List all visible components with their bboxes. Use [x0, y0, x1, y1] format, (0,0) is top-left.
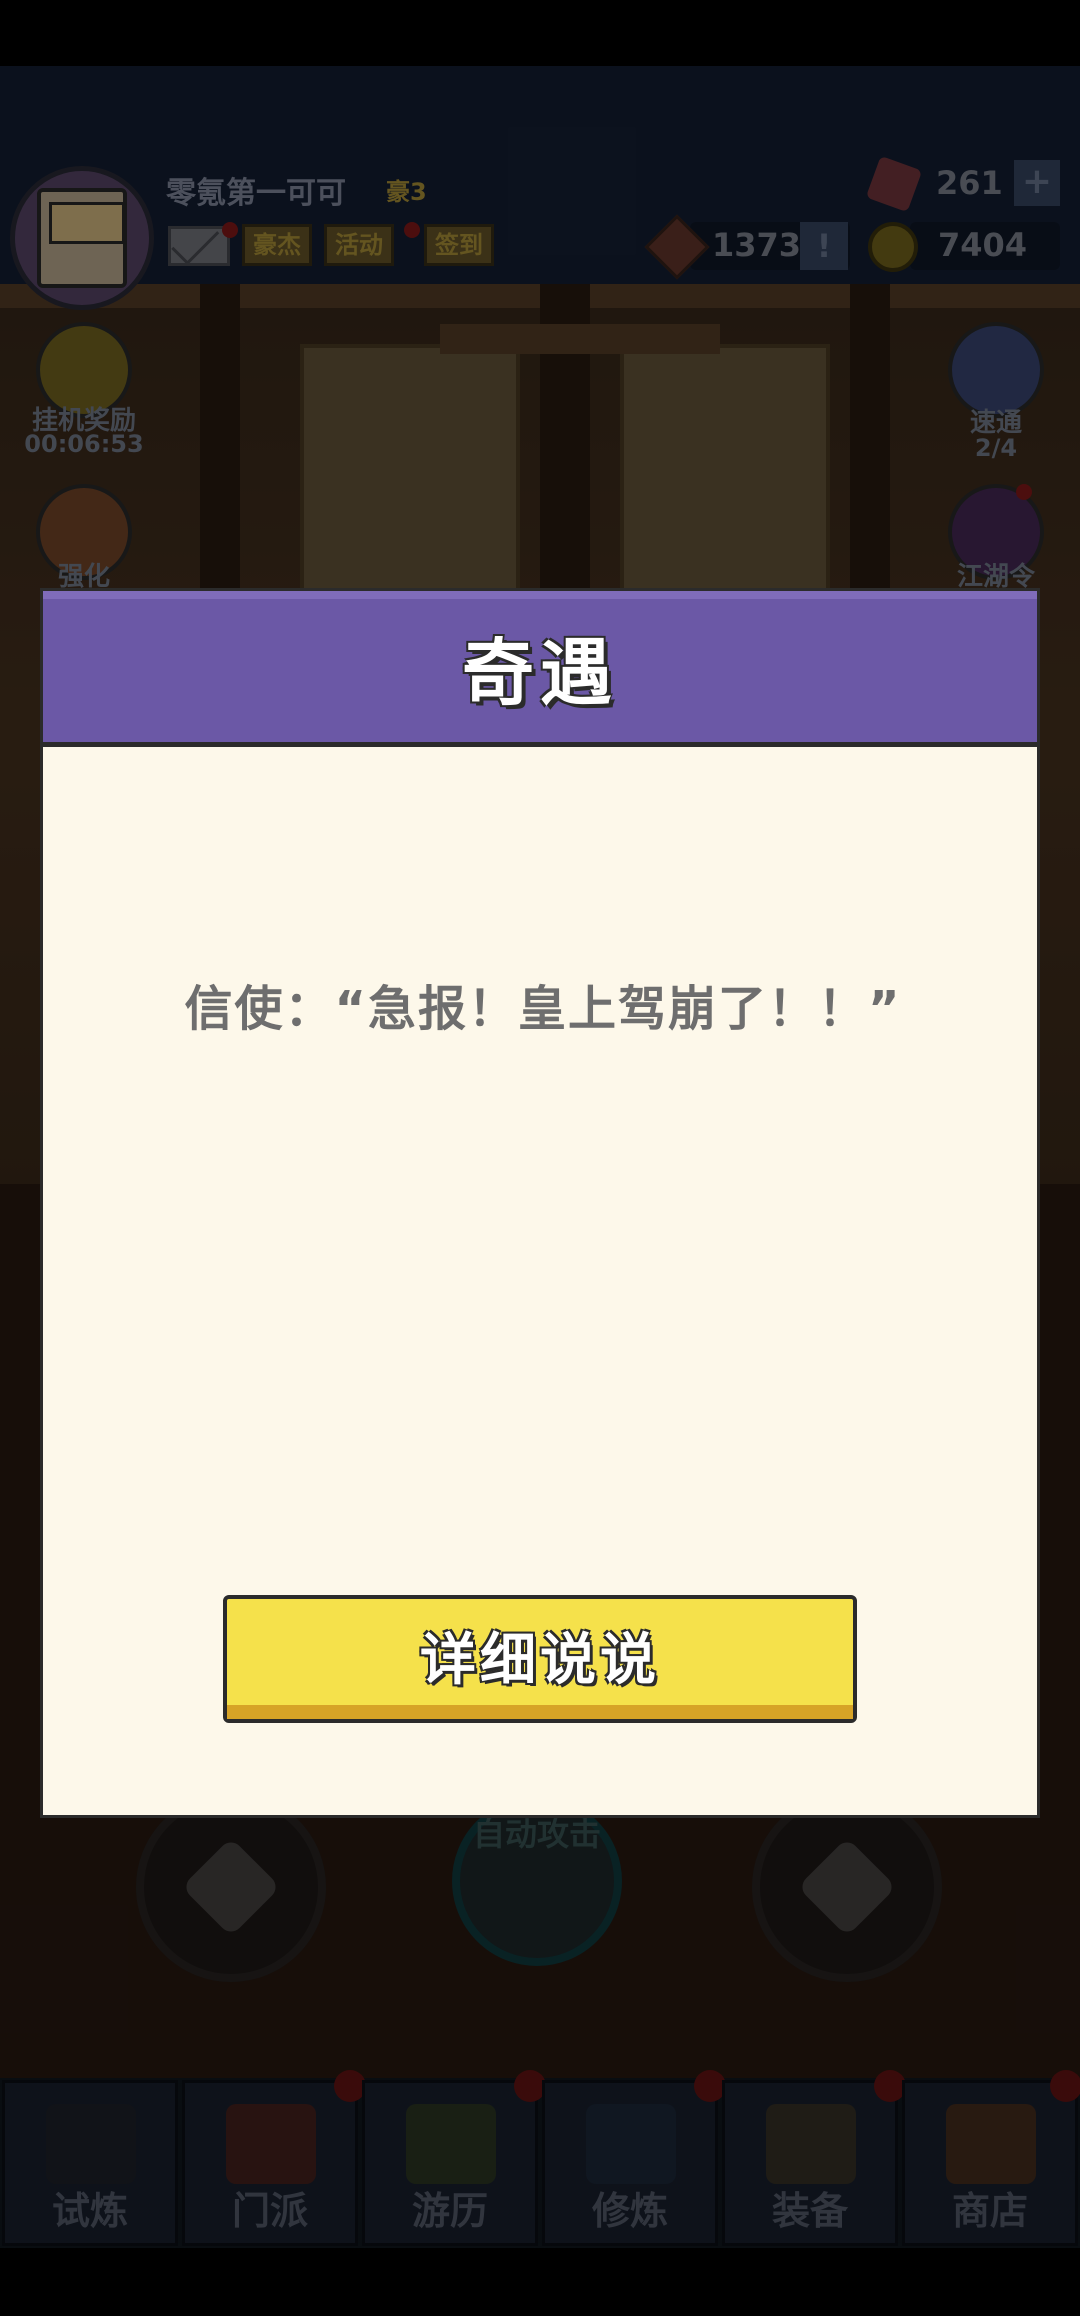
status-bar [0, 0, 1080, 66]
dialog-header: 奇遇 [43, 591, 1037, 747]
dialog-title: 奇遇 [461, 631, 618, 715]
tell-more-button[interactable]: 详细说说 [223, 1595, 857, 1723]
tell-more-label: 详细说说 [420, 1627, 660, 1693]
system-nav-bar [0, 2248, 1080, 2316]
dialog-message: 信使：“急报！皇上驾崩了！！” [184, 981, 902, 1037]
encounter-dialog: 奇遇 信使：“急报！皇上驾崩了！！” 详细说说 [40, 588, 1040, 1818]
